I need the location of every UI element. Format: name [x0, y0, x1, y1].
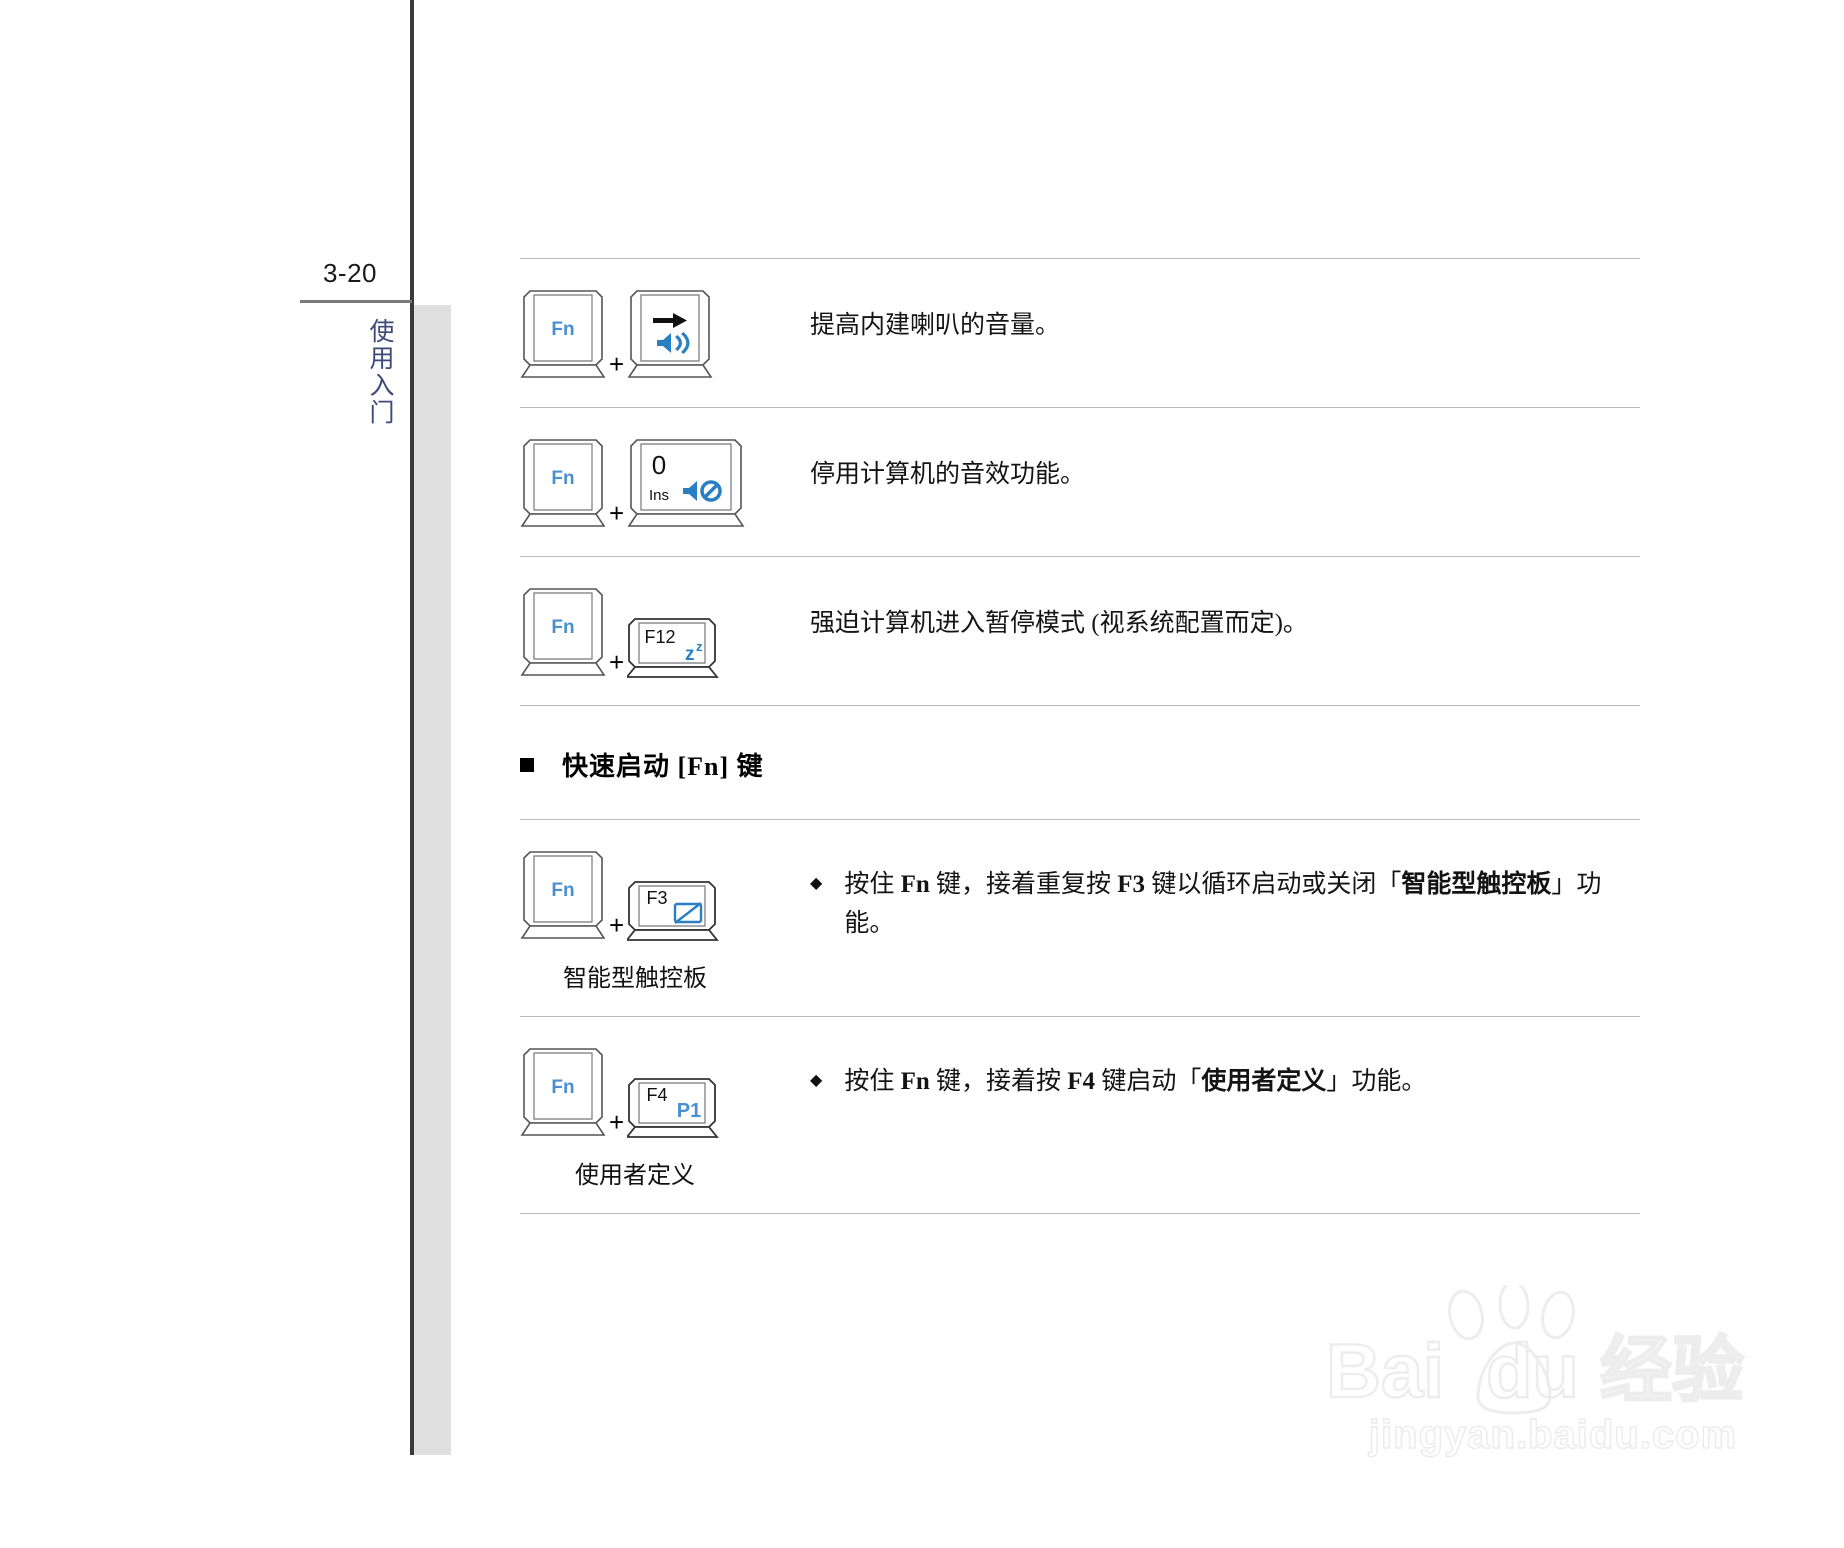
page-number: 3-20 — [322, 258, 378, 288]
svg-text:Ins: Ins — [649, 487, 669, 504]
section-heading: 快速启动 [Fn] 键 — [520, 746, 1700, 783]
diamond-bullet-icon: ◆ — [810, 875, 823, 892]
chapter-label: 使用入门 — [366, 318, 393, 426]
svg-text:Fn: Fn — [551, 1077, 574, 1098]
key-combo-cell: Fn + F12 z z — [520, 557, 810, 681]
table-divider — [520, 705, 1640, 706]
row-description: 提高内建喇叭的音量。 — [810, 312, 1061, 339]
table-row: Fn + 0 Ins 停用计算机的音效功能。 — [520, 408, 1640, 556]
svg-text:z: z — [696, 639, 703, 654]
key-combo-cell: Fn + 0 Ins — [520, 408, 810, 532]
fn-keycap-icon: Fn — [520, 439, 606, 527]
svg-text:Bai: Bai — [1326, 1329, 1444, 1414]
svg-text:Fn: Fn — [551, 880, 574, 901]
section-heading-text: 快速启动 [Fn] 键 — [562, 752, 764, 781]
key-caption: 使用者定义 — [575, 1163, 695, 1189]
row-description: 停用计算机的音效功能。 — [810, 461, 1086, 488]
row-description-text: 按住 Fn 键，接着重复按 F3 键以循环启动或关闭「智能型触控板」功能。 — [844, 871, 1602, 937]
plus-sign: + — [609, 910, 625, 940]
key-combo: Fn + F3 — [520, 846, 810, 944]
fn-keycap-icon: Fn — [520, 1048, 606, 1136]
svg-text:经验: 经验 — [1600, 1331, 1744, 1411]
table-row: Fn + F12 z z 强迫计算机进入暂停模式 (视系统配置而定)。 — [520, 557, 1640, 705]
content-column: Fn + 提高内建喇叭的音量。 Fn + 0 Ins 停用计算机的音效功能。 F… — [520, 0, 1700, 1214]
table-row: Fn + F4 P1 使用者定义 ◆ 按住 Fn 键，接着按 F4 键启动「使用… — [520, 1017, 1640, 1213]
svg-text:Fn: Fn — [551, 617, 574, 638]
row-description-text: 按住 Fn 键，接着按 F4 键启动「使用者定义」功能。 — [844, 1068, 1427, 1095]
table-row: Fn + 提高内建喇叭的音量。 — [520, 259, 1640, 407]
key-caption: 智能型触控板 — [563, 966, 707, 992]
baidu-logo-icon: Bai du 经验 — [1325, 1280, 1745, 1415]
mute-keycap-icon: 0 Ins — [627, 439, 745, 527]
svg-text:F3: F3 — [647, 888, 668, 908]
key-combo: Fn + 0 Ins — [520, 434, 810, 532]
plus-sign: + — [609, 349, 625, 379]
key-combo: Fn + F12 z z — [520, 583, 810, 681]
svg-text:0: 0 — [652, 450, 666, 480]
f4-p1-keycap-icon: F4 P1 — [627, 1078, 720, 1138]
svg-text:F4: F4 — [647, 1085, 668, 1105]
row-description: ◆ 按住 Fn 键，接着按 F4 键启动「使用者定义」功能。 — [810, 1017, 1640, 1102]
page-margin-band — [414, 305, 451, 1455]
svg-text:Fn: Fn — [551, 319, 574, 340]
table-divider — [520, 1213, 1640, 1214]
svg-text:F12: F12 — [645, 627, 676, 647]
svg-text:z: z — [685, 644, 695, 665]
key-combo-cell: Fn + F3 智能型触控板 — [520, 820, 810, 993]
plus-sign: + — [609, 498, 625, 528]
baidu-watermark-url: jingyan.baidu.com — [1368, 1412, 1738, 1458]
f12-sleep-keycap-icon: F12 z z — [627, 618, 720, 678]
plus-sign: + — [609, 647, 625, 677]
page-number-divider — [300, 300, 412, 303]
baidu-watermark: Bai du 经验 jingyan.baidu.com — [1318, 1280, 1788, 1485]
fn-keycap-icon: Fn — [520, 851, 606, 939]
square-bullet-icon — [520, 757, 534, 772]
f3-touchpad-keycap-icon: F3 — [627, 881, 720, 941]
diamond-bullet-icon: ◆ — [810, 1072, 823, 1089]
svg-text:du: du — [1486, 1329, 1579, 1414]
row-description: 强迫计算机进入暂停模式 (视系统配置而定)。 — [810, 610, 1308, 637]
key-combo-cell: Fn + F4 P1 使用者定义 — [520, 1017, 810, 1190]
fn-keycap-icon: Fn — [520, 588, 606, 676]
row-description: ◆ 按住 Fn 键，接着重复按 F3 键以循环启动或关闭「智能型触控板」功能。 — [810, 820, 1640, 944]
key-combo-cell: Fn + — [520, 259, 810, 383]
key-combo: Fn + — [520, 285, 810, 383]
table-row: Fn + F3 智能型触控板 ◆ 按住 Fn 键，接着重复按 F3 键以循环启动… — [520, 820, 1640, 1016]
svg-text:Fn: Fn — [551, 468, 574, 489]
key-combo: Fn + F4 P1 — [520, 1043, 810, 1141]
svg-text:P1: P1 — [677, 1100, 701, 1122]
plus-sign: + — [609, 1107, 625, 1137]
fn-keycap-icon: Fn — [520, 290, 606, 378]
volume-up-keycap-icon — [627, 290, 713, 378]
